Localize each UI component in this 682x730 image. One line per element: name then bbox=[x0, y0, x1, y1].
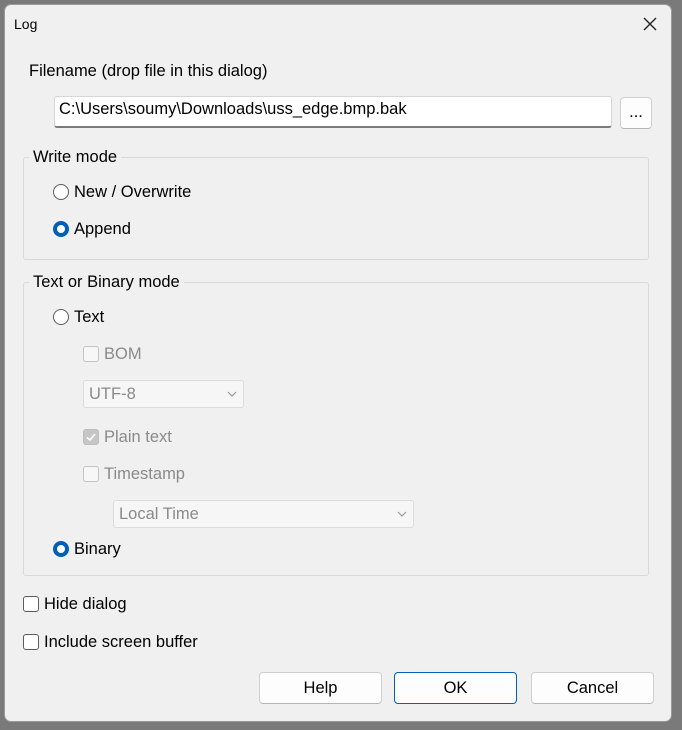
new-overwrite-label[interactable]: New / Overwrite bbox=[74, 183, 191, 202]
text-radio-label[interactable]: Text bbox=[74, 308, 104, 327]
include-screen-buffer-checkbox[interactable] bbox=[23, 634, 39, 650]
binary-label[interactable]: Binary bbox=[74, 540, 121, 559]
filename-value: C:\Users\soumy\Downloads\uss_edge.bmp.ba… bbox=[59, 100, 407, 118]
title-bar: Log bbox=[5, 5, 671, 43]
encoding-select[interactable]: UTF-8 bbox=[83, 380, 244, 408]
write-mode-legend: Write mode bbox=[29, 148, 122, 167]
append-label[interactable]: Append bbox=[74, 220, 131, 239]
browse-button[interactable]: ... bbox=[620, 97, 652, 129]
close-icon[interactable] bbox=[639, 13, 661, 35]
hide-dialog-label[interactable]: Hide dialog bbox=[44, 595, 127, 614]
chevron-down-icon bbox=[227, 391, 237, 397]
encoding-value: UTF-8 bbox=[89, 385, 136, 403]
checkmark-icon bbox=[86, 433, 96, 442]
time-value: Local Time bbox=[119, 505, 199, 523]
chevron-down-icon bbox=[397, 511, 407, 517]
bom-label: BOM bbox=[104, 345, 142, 363]
help-button[interactable]: Help bbox=[259, 672, 382, 704]
filename-label: Filename (drop file in this dialog) bbox=[29, 62, 268, 80]
plain-text-label: Plain text bbox=[104, 428, 172, 446]
bom-checkbox[interactable] bbox=[83, 346, 99, 362]
write-mode-group bbox=[23, 157, 649, 260]
timestamp-checkbox[interactable] bbox=[83, 466, 99, 482]
text-radio[interactable] bbox=[53, 309, 69, 325]
filename-input[interactable]: C:\Users\soumy\Downloads\uss_edge.bmp.ba… bbox=[54, 96, 612, 128]
plain-text-checkbox[interactable] bbox=[83, 429, 99, 445]
hide-dialog-checkbox[interactable] bbox=[23, 596, 39, 612]
text-binary-legend: Text or Binary mode bbox=[29, 273, 184, 292]
include-screen-buffer-label[interactable]: Include screen buffer bbox=[44, 633, 198, 652]
binary-radio[interactable] bbox=[53, 541, 69, 557]
new-overwrite-radio[interactable] bbox=[53, 184, 69, 200]
log-dialog: Log Filename (drop file in this dialog) … bbox=[4, 4, 672, 722]
cancel-button[interactable]: Cancel bbox=[531, 672, 654, 704]
append-radio[interactable] bbox=[53, 221, 69, 237]
timestamp-label: Timestamp bbox=[104, 465, 185, 483]
time-select[interactable]: Local Time bbox=[113, 500, 414, 528]
window-title: Log bbox=[14, 16, 38, 32]
ok-button[interactable]: OK bbox=[394, 672, 517, 704]
